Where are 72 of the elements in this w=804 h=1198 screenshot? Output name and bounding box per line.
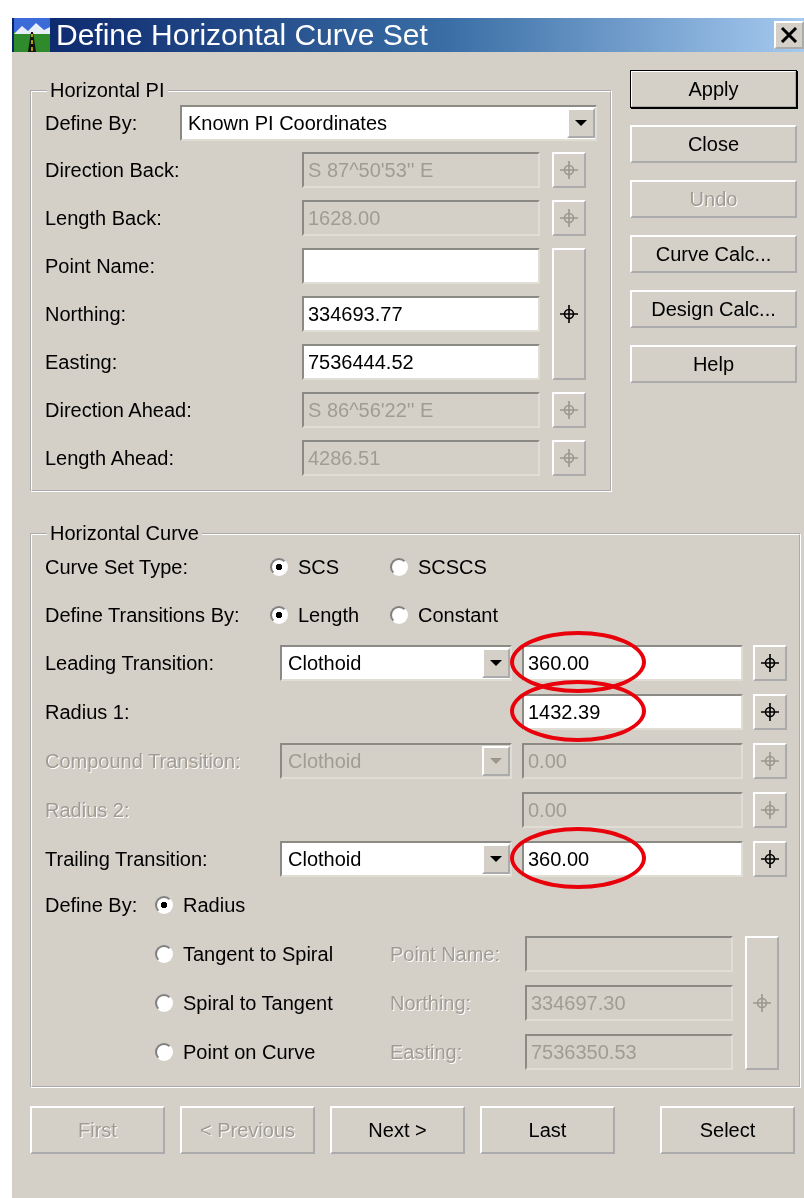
text-field[interactable] — [302, 248, 540, 284]
field-label: Point Name: — [45, 254, 157, 278]
pick-button[interactable] — [753, 694, 787, 730]
radio-button[interactable] — [155, 896, 173, 914]
radio-label: Radius — [183, 893, 246, 917]
crosshair-icon — [760, 800, 780, 820]
radio-label: Length — [298, 603, 360, 627]
pick-button[interactable] — [753, 841, 787, 877]
caret-icon — [489, 659, 503, 667]
dialog-button[interactable]: Apply — [630, 70, 797, 108]
field-label: Length Back: — [45, 206, 163, 230]
radio-button[interactable] — [155, 994, 173, 1012]
field-label: Easting: — [45, 350, 119, 374]
radio-label: SCS — [298, 555, 340, 579]
radio-label: Tangent to Spiral — [183, 942, 334, 966]
field-label: Curve Set Type: — [45, 555, 190, 579]
field-label: Direction Ahead: — [45, 398, 193, 422]
dialog-button[interactable]: Curve Calc... — [630, 235, 797, 273]
field-label: Length Ahead: — [45, 446, 175, 470]
crosshair-icon — [760, 702, 780, 722]
radio-button[interactable] — [270, 606, 288, 624]
text-field[interactable]: 360.00 — [522, 645, 743, 681]
close-icon — [780, 27, 798, 43]
dropdown[interactable]: Known PI Coordinates — [180, 105, 597, 141]
close-button[interactable] — [774, 21, 804, 49]
field-label: Define By: — [45, 111, 139, 135]
field-label: Northing: — [45, 302, 128, 326]
dialog-button[interactable]: Select — [660, 1106, 795, 1154]
road-icon — [14, 18, 50, 52]
text-field[interactable]: 1432.39 — [522, 694, 743, 730]
dialog-button[interactable]: Next > — [330, 1106, 465, 1154]
dropdown[interactable]: Clothoid — [280, 645, 512, 681]
dialog-button[interactable]: Close — [630, 125, 797, 163]
field-label: Direction Back: — [45, 158, 181, 182]
dialog-button[interactable]: Last — [480, 1106, 615, 1154]
radio-button[interactable] — [155, 1043, 173, 1061]
radio-label: Point on Curve — [183, 1040, 316, 1064]
radio-label: Constant — [418, 603, 499, 627]
text-field[interactable]: 7536444.52 — [302, 344, 540, 380]
field-label: Trailing Transition: — [45, 847, 209, 871]
caret-icon — [489, 757, 503, 765]
crosshair-icon — [760, 849, 780, 869]
caret-icon — [489, 855, 503, 863]
caret-icon — [574, 119, 588, 127]
pick-button[interactable] — [753, 645, 787, 681]
crosshair-icon — [559, 304, 579, 324]
field-label: Leading Transition: — [45, 651, 215, 675]
field-label: Define Transitions By: — [45, 603, 241, 627]
group-title: Horizontal Curve — [49, 522, 200, 545]
radio-button[interactable] — [390, 606, 408, 624]
radio-button[interactable] — [270, 558, 288, 576]
crosshair-icon — [559, 208, 579, 228]
crosshair-icon — [559, 160, 579, 180]
dropdown[interactable]: Clothoid — [280, 841, 512, 877]
text-field[interactable]: 360.00 — [522, 841, 743, 877]
pick-button[interactable] — [552, 248, 586, 380]
text-field[interactable]: 334693.77 — [302, 296, 540, 332]
dialog-button[interactable]: Help — [630, 345, 797, 383]
crosshair-icon — [559, 400, 579, 420]
radio-label: Spiral to Tangent — [183, 991, 333, 1015]
group-title: Horizontal PI — [49, 79, 166, 102]
crosshair-icon — [559, 448, 579, 468]
window-title: Define Horizontal Curve Set — [56, 18, 429, 52]
crosshair-icon — [760, 751, 780, 771]
crosshair-icon — [752, 993, 772, 1013]
field-label: Define By: — [45, 893, 139, 917]
radio-button[interactable] — [155, 945, 173, 963]
dialog-button[interactable]: Design Calc... — [630, 290, 797, 328]
radio-button[interactable] — [390, 558, 408, 576]
crosshair-icon — [760, 653, 780, 673]
radio-label: SCSCS — [418, 555, 487, 579]
field-label: Radius 1: — [45, 700, 131, 724]
